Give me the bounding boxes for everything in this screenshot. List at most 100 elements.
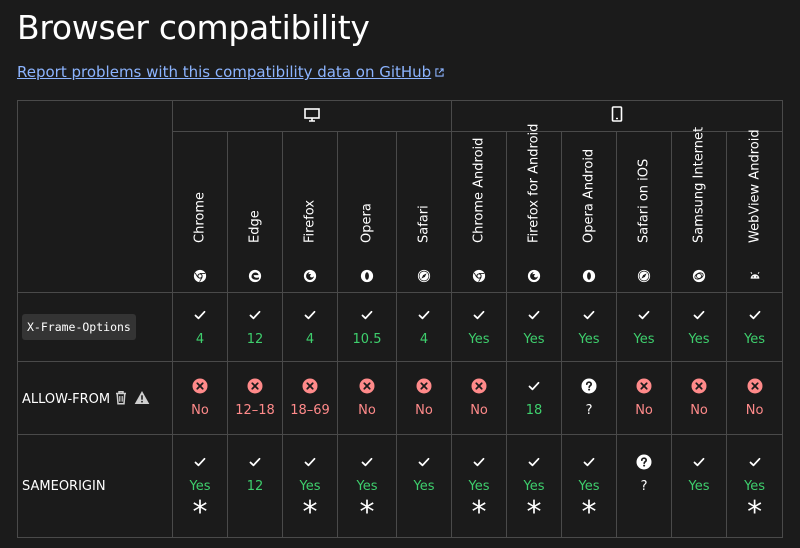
support-cell[interactable]: 4 [282, 292, 338, 362]
check-icon [249, 457, 261, 466]
cross-circle-icon [192, 378, 208, 394]
support-cell[interactable]: 4 [395, 292, 453, 362]
feature-rows: X-Frame-Options 4 12 4 10.5 4 Yes Yes Yes Yes Yes Y… [17, 292, 784, 538]
page: Browser compatibility Report problems wi… [0, 0, 800, 548]
check-icon [304, 457, 316, 466]
platform-mobile [451, 100, 784, 132]
support-cell[interactable]: ?* [616, 434, 673, 538]
support-value: No [358, 403, 376, 418]
page-title: Browser compatibility [17, 8, 370, 47]
support-value: ? [640, 478, 648, 494]
check-icon [361, 457, 373, 466]
support-cell[interactable]: Yes* [282, 434, 338, 538]
browser-header-opera-android: Opera Android [561, 131, 618, 293]
support-value: Yes [633, 332, 655, 347]
support-value: Yes [744, 478, 766, 494]
support-value: No [415, 403, 433, 418]
support-cell[interactable]: ? [561, 361, 618, 435]
check-icon [361, 310, 373, 320]
question-circle-icon [581, 378, 597, 394]
external-link-icon [435, 68, 444, 77]
report-problems-link[interactable]: Report problems with this compatibility … [17, 63, 444, 81]
check-icon [638, 310, 650, 320]
support-cell[interactable]: Yes* [671, 434, 728, 538]
check-icon [418, 310, 430, 320]
support-cell[interactable]: No [395, 361, 453, 435]
cross-circle-icon [636, 378, 652, 394]
support-value: 4 [195, 332, 205, 347]
support-value: ? [585, 403, 593, 418]
check-icon [473, 310, 485, 320]
support-cell[interactable]: Yes* [337, 434, 397, 538]
note-asterisk[interactable]: * [283, 497, 337, 527]
trash-icon[interactable] [114, 390, 128, 405]
browser-name: Firefox for Android [526, 123, 542, 243]
question-circle-icon [636, 454, 652, 469]
support-cell[interactable]: No [616, 361, 673, 435]
support-cell[interactable]: 12 [227, 292, 283, 362]
feature-name: ALLOW-FROM [22, 391, 111, 407]
browser-name: Samsung Internet [691, 126, 707, 243]
support-cell[interactable]: 4 [172, 292, 228, 362]
check-icon [473, 457, 485, 466]
support-cell[interactable]: Yes [726, 292, 784, 362]
support-cell[interactable]: 12–18 [227, 361, 283, 435]
support-cell[interactable]: 12* [227, 434, 283, 538]
browser-header-chrome-android: Chrome Android [451, 131, 508, 293]
support-value: No [191, 403, 209, 418]
support-cell[interactable]: No [451, 361, 508, 435]
note-asterisk[interactable]: * [562, 497, 616, 527]
check-icon [418, 457, 430, 466]
support-value: 4 [305, 332, 315, 347]
support-cell[interactable]: 18–69 [282, 361, 338, 435]
support-cell[interactable]: Yes * [506, 434, 563, 538]
support-cell[interactable]: Yes* [561, 434, 618, 538]
support-value: 10.5 [352, 332, 382, 347]
support-cell[interactable]: No [337, 361, 397, 435]
platform-desktop [171, 100, 453, 132]
note-asterisk[interactable]: * [727, 497, 782, 527]
check-icon [528, 381, 540, 391]
feature-name-cell: X-Frame-Options [17, 292, 173, 362]
support-cell[interactable]: Yes * [726, 434, 784, 538]
support-value: Yes [523, 478, 545, 494]
note-asterisk[interactable]: * [338, 497, 396, 527]
browser-name: Chrome Android [471, 137, 487, 243]
note-asterisk[interactable]: * [173, 497, 227, 527]
support-cell[interactable]: No [671, 361, 728, 435]
note-asterisk[interactable]: * [507, 497, 561, 527]
support-value: Yes [578, 332, 600, 347]
support-cell[interactable]: Yes [451, 292, 508, 362]
check-icon [194, 310, 206, 320]
support-value: 12 [246, 478, 264, 494]
browser-header-edge: Edge [227, 131, 283, 293]
browser-name: Safari on iOS [636, 158, 652, 243]
browser-name: Opera [359, 203, 375, 243]
support-cell[interactable]: Yes* [451, 434, 508, 538]
feature-row-x-frame-options: X-Frame-Options 4 12 4 10.5 4 Yes Yes Yes Yes Yes Y… [17, 292, 784, 362]
support-cell[interactable]: No [172, 361, 228, 435]
browser-name: Opera Android [581, 148, 597, 243]
note-asterisk[interactable]: * [452, 497, 506, 527]
support-cell[interactable]: Yes [506, 292, 563, 362]
browser-header-opera: Opera [337, 131, 397, 293]
table-corner [17, 100, 173, 293]
support-cell[interactable]: Yes* [172, 434, 228, 538]
edge-icon [248, 269, 262, 283]
mobile-icon [611, 106, 623, 122]
check-icon [194, 457, 206, 466]
warning-icon[interactable] [134, 390, 150, 405]
browser-header-safari-on-ios: Safari on iOS [616, 131, 673, 293]
cross-circle-icon [302, 378, 318, 394]
check-icon [749, 457, 760, 466]
support-value: Yes [468, 332, 490, 347]
support-cell[interactable]: Yes [561, 292, 618, 362]
support-cell[interactable]: No [726, 361, 784, 435]
support-cell[interactable]: Yes [671, 292, 728, 362]
support-cell[interactable]: 18 [506, 361, 563, 435]
support-cell[interactable]: Yes* [395, 434, 453, 538]
check-icon [693, 310, 705, 320]
support-cell[interactable]: Yes [616, 292, 673, 362]
support-cell[interactable]: 10.5 [337, 292, 397, 362]
support-value: 12–18 [235, 403, 275, 418]
